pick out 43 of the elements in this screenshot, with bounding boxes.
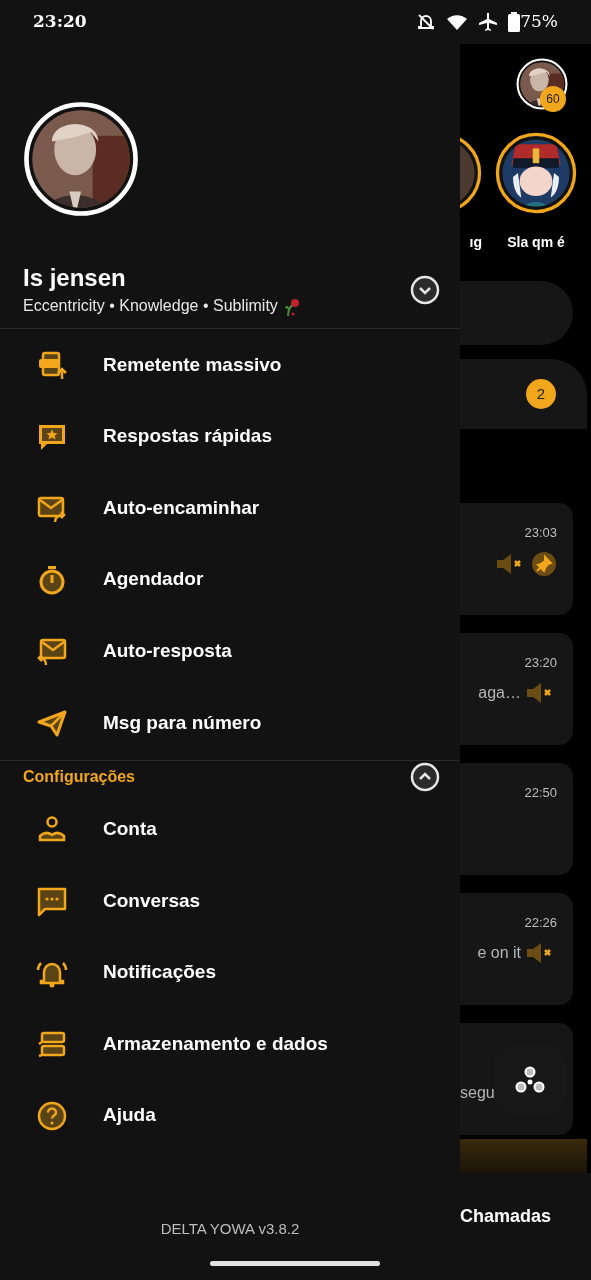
airplane-icon <box>478 12 499 32</box>
wifi-icon <box>446 13 469 31</box>
chat-card[interactable]: 23:20 aga… <box>460 633 573 745</box>
menu-item[interactable]: Conta <box>0 793 460 866</box>
section-title: Configurações <box>23 767 135 788</box>
profile-name: Is jensen <box>23 263 127 293</box>
chat-card[interactable]: 22:50 <box>460 763 573 875</box>
menu-item[interactable]: Remetente massivo <box>0 329 460 401</box>
chat-preview: e on it <box>477 942 521 963</box>
chat-time: 22:26 <box>524 914 557 932</box>
app-version: DELTA YOWA v3.8.2 <box>160 1218 300 1239</box>
chat-time: 23:20 <box>524 654 557 672</box>
menu-item[interactable]: Conversas <box>0 865 460 937</box>
story-label: Sla qm é <box>507 233 565 252</box>
help-icon <box>36 1099 68 1132</box>
unread-count-badge: 2 <box>526 379 556 409</box>
pin-icon <box>531 550 557 577</box>
battery-level: 75% <box>520 10 558 34</box>
menu-item[interactable]: Auto-resposta <box>0 615 460 687</box>
menu-item[interactable]: Msg para número <box>0 686 460 759</box>
profile-bio: Eccentricity • Knowledge • Sublimity <box>23 296 278 316</box>
profile-avatar[interactable] <box>23 101 139 217</box>
chat-card[interactable]: 22:26 e on it <box>460 893 573 1005</box>
expand-button[interactable] <box>410 275 440 305</box>
menu-item[interactable]: Ajuda <box>0 1079 460 1152</box>
bell-off-icon <box>416 12 437 32</box>
chat-preview: segu <box>460 1083 495 1103</box>
menu-item[interactable]: Agendador <box>0 543 460 616</box>
story-avatar[interactable] <box>495 132 577 214</box>
chat-time: 23:03 <box>524 524 557 542</box>
collapse-button[interactable] <box>410 762 440 793</box>
menu-item[interactable]: Armazenamento e dados <box>0 1008 460 1080</box>
story-label: ıg <box>469 233 482 252</box>
chat-preview: aga… <box>478 682 521 703</box>
status-time: 23:20 <box>33 10 87 34</box>
menu-item[interactable]: Notificações <box>0 936 460 1009</box>
chat-card[interactable]: 23:03 <box>460 503 573 615</box>
menu-item[interactable]: Respostas rápidas <box>0 400 460 473</box>
chat-time: 22:50 <box>524 784 557 802</box>
nav-label[interactable]: Chamadas <box>460 1206 552 1226</box>
menu-item[interactable]: Auto-encaminhar <box>0 472 460 544</box>
battery-icon <box>508 12 521 32</box>
circles-icon <box>515 1066 545 1094</box>
